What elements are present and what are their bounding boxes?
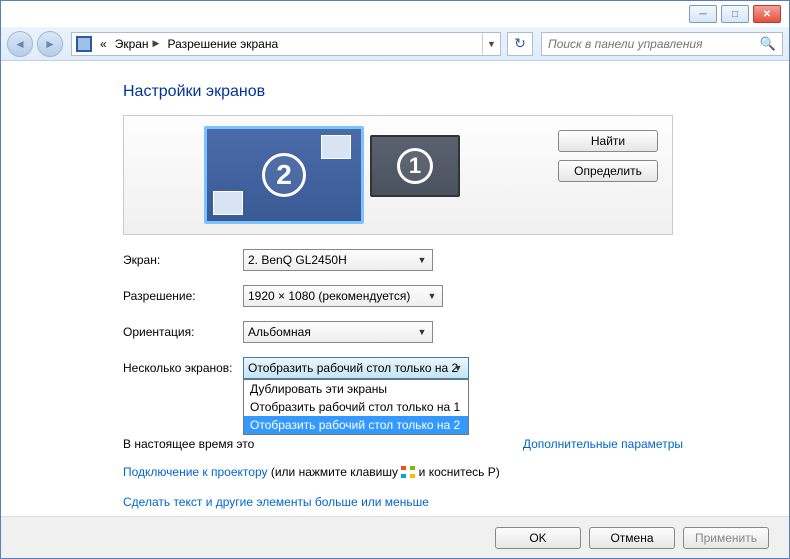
projector-hint-b: и коснитесь P) xyxy=(415,465,499,479)
address-dropdown-button[interactable]: ▼ xyxy=(482,33,500,55)
control-panel-icon xyxy=(76,36,92,52)
chevron-down-icon: ▼ xyxy=(414,324,430,340)
refresh-button[interactable]: ↻ xyxy=(507,32,533,56)
chevron-down-icon: ▼ xyxy=(450,360,466,376)
monitor-2-number: 2 xyxy=(262,153,306,197)
maximize-button[interactable]: □ xyxy=(721,5,749,23)
projector-hint-a: (или нажмите клавишу xyxy=(268,465,402,479)
screen-combo[interactable]: 2. BenQ GL2450H ▼ xyxy=(243,249,433,271)
resolution-combo[interactable]: 1920 × 1080 (рекомендуется) ▼ xyxy=(243,285,443,307)
breadcrumb-screen[interactable]: Экран ▶ xyxy=(111,33,164,55)
forward-nav-button[interactable]: ► xyxy=(37,31,63,57)
page-title: Настройки экранов xyxy=(123,83,789,101)
window-thumb-icon xyxy=(321,135,351,159)
search-box[interactable]: 🔍 xyxy=(541,32,783,56)
advanced-settings-link[interactable]: Дополнительные параметры xyxy=(523,437,683,451)
chevron-right-icon: ▶ xyxy=(153,38,160,49)
monitor-1[interactable]: 1 xyxy=(370,135,460,197)
multiple-displays-combo[interactable]: Отобразить рабочий стол только на 2 ▼ xyxy=(243,357,469,379)
chevron-down-icon: ▼ xyxy=(414,252,430,268)
ok-button[interactable]: OK xyxy=(495,527,581,549)
projector-link[interactable]: Подключение к проектору xyxy=(123,465,268,479)
multiple-combo-value: Отобразить рабочий стол только на 2 xyxy=(248,361,458,375)
apply-button[interactable]: Применить xyxy=(683,527,769,549)
breadcrumb-resolution[interactable]: Разрешение экрана xyxy=(163,33,282,55)
orientation-label: Ориентация: xyxy=(123,325,243,339)
resolution-label: Разрешение: xyxy=(123,289,243,303)
monitor-preview: 2 1 Найти Определить xyxy=(123,115,673,235)
windows-key-icon xyxy=(401,466,415,478)
orientation-combo[interactable]: Альбомная ▼ xyxy=(243,321,433,343)
dropdown-option-show-on-1[interactable]: Отобразить рабочий стол только на 1 xyxy=(244,398,468,416)
window-thumb-icon xyxy=(213,191,243,215)
multiple-label: Несколько экранов: xyxy=(123,361,243,375)
breadcrumb-screen-label: Экран xyxy=(115,37,149,51)
content-area: Настройки экранов 2 1 Найти Определить Э… xyxy=(1,63,789,516)
current-main-text: В настоящее время это xyxy=(123,437,254,451)
screen-label: Экран: xyxy=(123,253,243,267)
cancel-button[interactable]: Отмена xyxy=(589,527,675,549)
minimize-button[interactable]: ─ xyxy=(689,5,717,23)
button-bar: OK Отмена Применить xyxy=(1,516,789,558)
search-input[interactable] xyxy=(548,37,760,51)
chevron-down-icon: ▼ xyxy=(424,288,440,304)
address-bar[interactable]: « Экран ▶ Разрешение экрана ▼ xyxy=(71,32,501,56)
breadcrumb-back[interactable]: « xyxy=(96,33,111,55)
resolution-combo-value: 1920 × 1080 (рекомендуется) xyxy=(248,289,410,303)
dropdown-option-show-on-2[interactable]: Отобразить рабочий стол только на 2 xyxy=(244,416,468,434)
screen-combo-value: 2. BenQ GL2450H xyxy=(248,253,347,267)
multiple-displays-dropdown: Дублировать эти экраны Отобразить рабочи… xyxy=(243,379,469,435)
identify-button[interactable]: Определить xyxy=(558,160,658,182)
monitor-1-number: 1 xyxy=(397,148,433,184)
text-size-link[interactable]: Сделать текст и другие элементы больше и… xyxy=(123,495,429,509)
monitor-2[interactable]: 2 xyxy=(204,126,364,224)
orientation-combo-value: Альбомная xyxy=(248,325,311,339)
find-button[interactable]: Найти xyxy=(558,130,658,152)
search-icon[interactable]: 🔍 xyxy=(760,36,776,52)
close-button[interactable]: ✕ xyxy=(753,5,781,23)
navbar: ◄ ► « Экран ▶ Разрешение экрана ▼ ↻ 🔍 xyxy=(1,27,789,61)
dropdown-option-duplicate[interactable]: Дублировать эти экраны xyxy=(244,380,468,398)
back-nav-button[interactable]: ◄ xyxy=(7,31,33,57)
